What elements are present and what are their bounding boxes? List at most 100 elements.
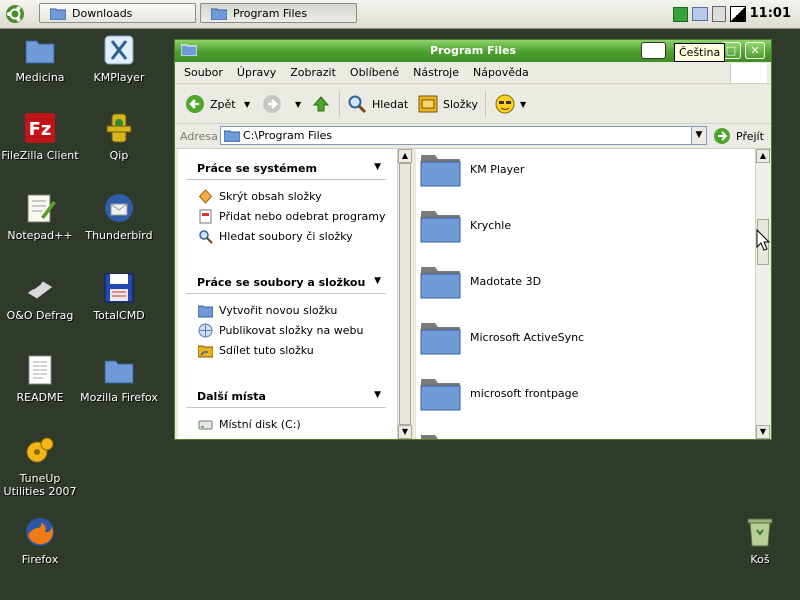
new-folder-icon [198,305,213,318]
folder-icon [50,8,66,20]
desktop-icon-firefox[interactable]: Firefox [1,515,79,566]
desktop-icon-readme[interactable]: README [1,353,79,404]
system-tray [673,5,746,23]
share-icon [198,345,213,358]
task-link-hide-folder[interactable]: Skrýt obsah složky [198,189,322,204]
floppy-icon [104,273,134,303]
task-link-new-folder[interactable]: Vytvořit novou složku [198,303,337,318]
folders-icon [418,95,438,113]
notepad-icon [27,194,56,223]
file-list-scrollbar[interactable]: ▲ ▼ [755,149,770,439]
back-dropdown-icon[interactable]: ▼ [244,100,250,109]
collapse-icon[interactable]: ▼ [374,162,381,172]
go-button[interactable]: Přejít [713,127,764,145]
text-file-icon [28,355,52,385]
collapse-icon[interactable]: ▼ [374,276,381,286]
desktop-icon-medicina[interactable]: Medicina [1,33,79,84]
qip-icon [106,113,132,143]
taskbar: Downloads Program Files 11:01 [0,0,800,29]
defrag-icon [26,280,54,300]
address-label: Adresa [180,130,218,143]
scroll-up-icon[interactable]: ▲ [398,149,412,163]
scroll-down-icon[interactable]: ▼ [756,425,770,439]
scroll-down-icon[interactable]: ▼ [398,425,412,439]
volume-icon[interactable] [730,6,746,22]
list-item-partial[interactable] [420,431,461,439]
add-remove-icon [199,209,212,224]
green-status-icon[interactable] [673,6,688,22]
up-arrow-icon [312,96,330,112]
address-bar: Adresa C:\Program Files ▼ Přejít [175,124,771,149]
network-icon[interactable] [712,6,726,22]
desktop-icon-tuneup[interactable]: TuneUp Utilities 2007 [1,434,79,498]
desktop-icon-totalcmd[interactable]: TotalCMD [80,271,158,322]
menu-napoveda[interactable]: Nápověda [473,66,529,79]
task-link-search[interactable]: Hledat soubory či složky [198,229,353,244]
folder-icon [420,267,461,299]
desktop-icon-kmplayer[interactable]: KMPlayer [80,33,158,84]
menu-soubor[interactable]: Soubor [184,66,223,79]
scroll-thumb[interactable] [399,163,411,425]
go-label: Přejít [736,129,764,143]
kmplayer-icon [104,35,134,65]
desktop-icon-notepadpp[interactable]: Notepad++ [1,191,79,242]
explorer-window: Program Files □ ✕ Soubor Úpravy Zobrazit… [174,39,772,440]
address-value: C:\Program Files [243,129,333,142]
address-dropdown-icon[interactable]: ▼ [691,127,706,144]
folder-icon [104,360,134,384]
desktop-icon-qip[interactable]: Qip [80,111,158,162]
folders-button[interactable]: Složky [418,94,478,114]
task-link-add-remove[interactable]: Přidat nebo odebrat programy [198,209,386,224]
task-group-header-files[interactable]: Práce se soubory a složkou ▼ [186,273,386,294]
desktop-icon-oo-defrag[interactable]: O&O Defrag [1,271,79,322]
desktop-icon-mozilla-firefox[interactable]: Mozilla Firefox [80,353,158,404]
list-item[interactable]: microsoft frontpage [420,375,578,411]
list-item[interactable]: Microsoft ActiveSync [420,319,584,355]
search-icon [199,230,213,244]
windows-logo-throbber [730,63,767,83]
go-arrow-icon [714,128,730,144]
scroll-up-icon[interactable]: ▲ [756,149,770,163]
menu-nastroje[interactable]: Nástroje [413,66,459,79]
desktop-icon-recycle-bin[interactable]: Koš [721,515,799,566]
close-button[interactable]: ✕ [745,42,765,59]
desktop-icon-filezilla[interactable]: Fz FileZilla Client [1,111,79,162]
clock[interactable]: 11:01 [750,6,791,21]
task-link-local-disk[interactable]: Místní disk (C:) [198,417,301,432]
list-item[interactable]: KM Player [420,151,524,187]
menu-oblibene[interactable]: Oblíbené [350,66,399,79]
task-group-header-places[interactable]: Další místa ▼ [186,387,386,408]
list-item[interactable]: Madotate 3D [420,263,541,299]
menu-upravy[interactable]: Úpravy [237,66,276,79]
task-group-header-system[interactable]: Práce se systémem ▼ [186,159,386,180]
folder-icon [420,379,461,411]
folder-icon [211,8,227,20]
forward-button[interactable] [262,94,282,114]
back-button[interactable]: Zpět [185,94,236,114]
task-label: Program Files [233,6,308,20]
views-icon [495,94,515,114]
collapse-icon[interactable]: ▼ [374,390,381,400]
back-label: Zpět [210,97,236,111]
menu-zobrazit[interactable]: Zobrazit [290,66,336,79]
search-button[interactable]: Hledat [347,94,408,114]
task-link-share[interactable]: Sdílet tuto složku [198,343,314,358]
keyboard-layout-icon[interactable] [641,42,666,59]
list-item[interactable]: Krychle [420,207,511,243]
up-button[interactable] [311,94,331,114]
file-list: KM Player Krychle Madotate 3D Microsoft … [416,149,755,439]
forward-dropdown-icon[interactable]: ▼ [295,100,301,109]
desktop-icon-thunderbird[interactable]: Thunderbird [80,191,158,242]
toolbar-separator [485,91,486,117]
printer-icon[interactable] [692,7,708,21]
filezilla-icon: Fz [25,113,55,143]
task-button-program-files[interactable]: Program Files [200,3,357,23]
task-button-downloads[interactable]: Downloads [39,3,196,23]
address-input[interactable]: C:\Program Files ▼ [220,126,707,145]
language-tooltip: Čeština [674,43,726,62]
task-link-publish[interactable]: Publikovat složky na webu [198,323,363,338]
disk-icon [198,420,213,430]
task-pane-scrollbar[interactable]: ▲ ▼ [397,149,412,439]
start-menu-icon[interactable] [5,4,25,24]
views-button[interactable]: ▼ [495,94,526,114]
